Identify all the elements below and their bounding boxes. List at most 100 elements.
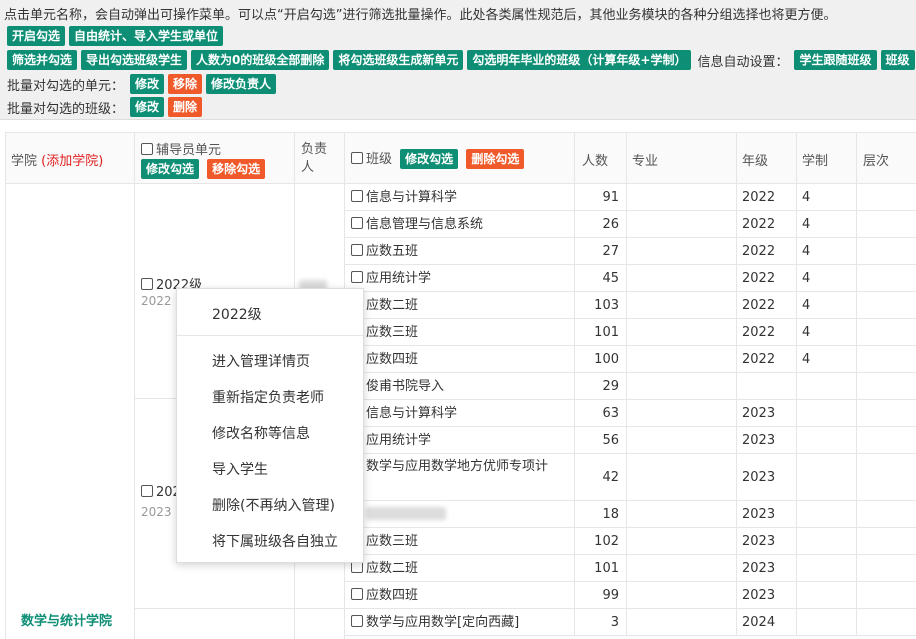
table-row: 应数五班 27 2022 4	[345, 238, 916, 265]
level-cell	[857, 319, 916, 346]
menu-item-reassign-teacher[interactable]: 重新指定负责老师	[212, 387, 324, 407]
unit-batch-edit-button[interactable]: 修改	[130, 74, 165, 94]
class-name-link[interactable]: 信息与计算科学	[366, 406, 457, 421]
header-class: 班级 修改勾选 删除勾选	[345, 132, 575, 184]
student-follow-class-button[interactable]: 学生跟随班级	[794, 50, 877, 70]
add-college-link[interactable]: (添加学院)	[41, 154, 103, 169]
enable-check-button[interactable]: 开启勾选	[7, 26, 66, 46]
class-name-link[interactable]: 数学与应用数学地方优师专项计	[366, 459, 548, 474]
class-checkbox[interactable]	[351, 588, 363, 600]
table-row: 应数三班 102 2023	[345, 528, 916, 555]
class-name-link[interactable]: 应数四班	[366, 588, 418, 603]
class-name-link[interactable]: 应用统计学	[366, 433, 431, 448]
menu-item-manage-details[interactable]: 进入管理详情页	[212, 351, 310, 371]
delete-empty-classes-button[interactable]: 人数为0的班级全部删除	[191, 50, 330, 70]
table-row: 应用统计学 45 2022 4	[345, 265, 916, 292]
student-count: 99	[575, 582, 627, 609]
toolbar-row-1: 开启勾选 自由统计、导入学生或单位	[7, 25, 227, 47]
table-row: 应数四班 100 2022 4	[345, 346, 916, 373]
toolbar: 点击单元名称，会自动弹出可操作菜单。可以点“开启勾选”进行筛选批量操作。此处各类…	[0, 0, 916, 120]
class-edit-checked-button[interactable]: 修改勾选	[400, 149, 459, 169]
class-checkbox[interactable]	[351, 217, 363, 229]
college-cell: 数学与统计学院	[5, 184, 135, 639]
class-name-link[interactable]: 应数三班	[366, 325, 418, 340]
unit-batch-edit-owner-button[interactable]: 修改负责人	[206, 74, 277, 94]
class-name-link[interactable]: 信息管理与信息系统	[366, 217, 483, 232]
grade-cell: 2023	[737, 501, 797, 528]
class-batch-label: 批量对勾选的班级：	[7, 101, 125, 117]
level-cell	[857, 427, 916, 454]
filter-check-button[interactable]: 筛选并勾选	[7, 50, 78, 70]
menu-item-edit-info[interactable]: 修改名称等信息	[212, 423, 310, 443]
check-graduating-classes-button[interactable]: 勾选明年毕业的班级（计算年级+学制）	[467, 50, 692, 70]
years-cell	[797, 427, 857, 454]
level-cell	[857, 501, 916, 528]
class-name-link[interactable]: 应数五班	[366, 244, 418, 259]
class-checkbox[interactable]	[351, 615, 363, 627]
unit-checkbox[interactable]	[141, 485, 153, 497]
class-batch-edit-button[interactable]: 修改	[130, 97, 165, 117]
student-count: 102	[575, 528, 627, 555]
level-cell	[857, 265, 916, 292]
menu-item-import-students[interactable]: 导入学生	[212, 459, 268, 479]
menu-item-delete-unit[interactable]: 删除(不再纳入管理)	[212, 495, 335, 515]
student-count: 29	[575, 373, 627, 400]
class-checkbox[interactable]	[351, 244, 363, 256]
unit-context-menu: 2022级 进入管理详情页 重新指定负责老师 修改名称等信息 导入学生 删除(不…	[176, 288, 364, 563]
unit-edit-checked-button[interactable]: 修改勾选	[141, 159, 200, 179]
level-cell	[857, 454, 916, 501]
header-major: 专业	[627, 132, 737, 184]
years-cell: 4	[797, 319, 857, 346]
class-name-link[interactable]: 数学与应用数学[定向西藏]	[366, 615, 519, 630]
major-cell	[627, 238, 737, 265]
grade-cell: 2022	[737, 292, 797, 319]
class-name-cell: 应数二班	[345, 292, 575, 319]
table-row: 应数三班 101 2022 4	[345, 319, 916, 346]
class-name-link[interactable]: 俊甫书院导入	[366, 379, 444, 394]
years-cell: 4	[797, 265, 857, 292]
class-checkbox[interactable]	[351, 271, 363, 283]
major-cell	[627, 211, 737, 238]
major-cell	[627, 555, 737, 582]
header-unit: 辅导员单元 修改勾选 移除勾选	[135, 132, 295, 184]
years-cell: 4	[797, 211, 857, 238]
years-cell: 4	[797, 184, 857, 211]
unit-select-all-checkbox[interactable]	[141, 143, 153, 155]
unit-checkbox[interactable]	[141, 278, 153, 290]
years-cell	[797, 454, 857, 501]
create-unit-from-checked-button[interactable]: 将勾选班级生成新单元	[333, 50, 464, 70]
student-count: 45	[575, 265, 627, 292]
class-name-link[interactable]: 应数二班	[366, 561, 418, 576]
class-name-cell: 数学与应用数学[定向西藏]	[345, 609, 575, 636]
class-name-link[interactable]: 信息与计算科学	[366, 190, 457, 205]
menu-item-split-classes[interactable]: 将下属班级各自独立	[212, 531, 338, 551]
class-select-all-checkbox[interactable]	[351, 152, 363, 164]
table-row: 18 2023	[345, 501, 916, 528]
college-name-link[interactable]: 数学与统计学院	[21, 610, 112, 629]
student-count: 27	[575, 238, 627, 265]
context-menu-divider	[177, 335, 363, 336]
years-cell	[797, 609, 857, 636]
table-row: 应用统计学 56 2023	[345, 427, 916, 454]
unit-remove-checked-button[interactable]: 移除勾选	[207, 159, 266, 179]
class-name-link[interactable]: 应数四班	[366, 352, 418, 367]
header-grade-label: 年级	[742, 154, 769, 169]
class-name-link[interactable]: 应用统计学	[366, 271, 431, 286]
export-checked-students-button[interactable]: 导出勾选班级学生	[81, 50, 188, 70]
header-class-label: 班级	[366, 152, 393, 167]
class-name-link[interactable]: 应数二班	[366, 298, 418, 313]
major-cell	[627, 292, 737, 319]
major-cell	[627, 528, 737, 555]
class-checkbox[interactable]	[351, 190, 363, 202]
header-college: 学院 (添加学院)	[5, 132, 135, 184]
owner-cell	[295, 609, 345, 639]
class-batch-delete-button[interactable]: 删除	[168, 97, 203, 117]
grade-cell: 2022	[737, 346, 797, 373]
unit-batch-remove-button[interactable]: 移除	[168, 74, 203, 94]
class-delete-checked-button[interactable]: 删除勾选	[466, 149, 525, 169]
years-cell	[797, 400, 857, 427]
class-setting-button[interactable]: 班级	[880, 50, 915, 70]
grade-cell: 2023	[737, 400, 797, 427]
free-stats-import-button[interactable]: 自由统计、导入学生或单位	[69, 26, 224, 46]
class-name-link[interactable]: 应数三班	[366, 534, 418, 549]
